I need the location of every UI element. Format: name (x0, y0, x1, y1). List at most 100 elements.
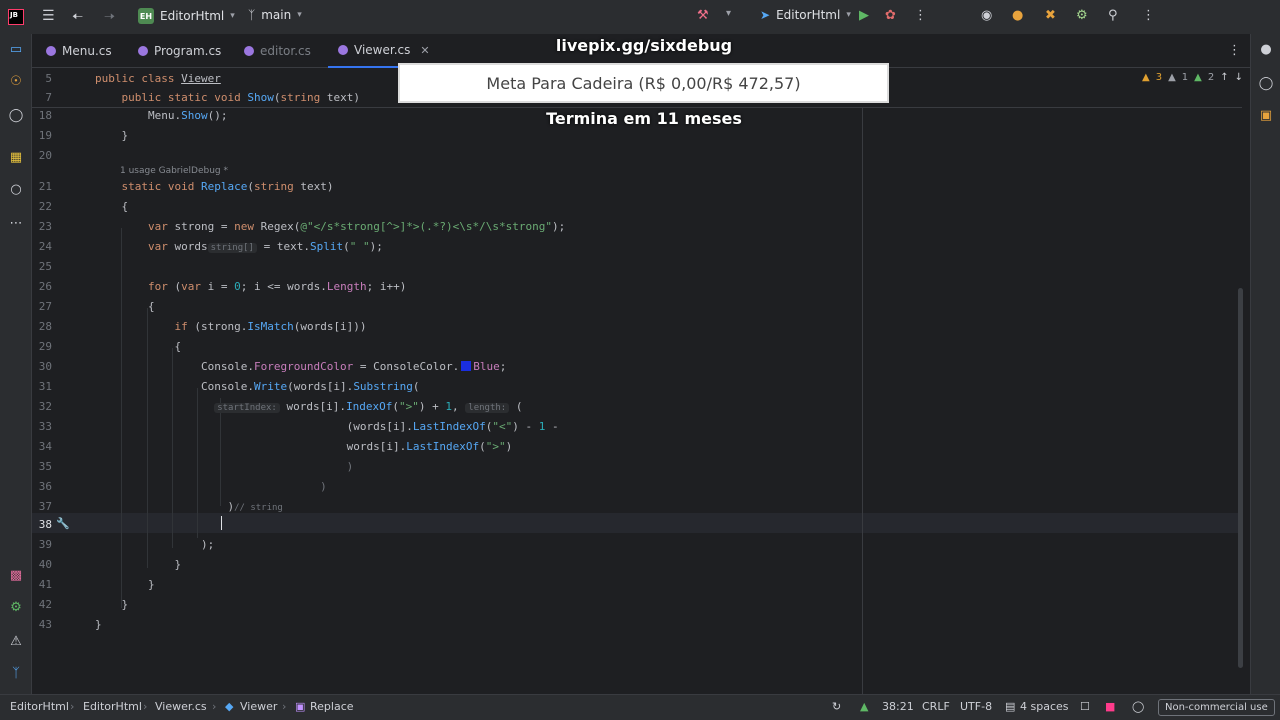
code-editor[interactable]: 5 public class Viewer 7 public static vo… (32, 68, 1250, 694)
code-line-28: if (strong.IsMatch(words[i])) (174, 320, 367, 333)
line-number: 29 (38, 340, 52, 353)
code-line-42: } (95, 598, 129, 611)
file-encoding[interactable]: UTF-8 (960, 700, 992, 713)
breadcrumb-item[interactable]: EditorHtml (83, 700, 142, 713)
git-status-icon[interactable]: ▲ (860, 700, 868, 713)
run-config-selector[interactable]: ➤ EditorHtml ▾ (760, 8, 851, 22)
services-icon[interactable]: ⚙ (0, 600, 32, 615)
sync-icon[interactable]: ↻ (832, 700, 841, 713)
code-line-31: Console.Write(words[i].Substring( (200, 380, 420, 393)
project-name: EditorHtml (160, 9, 225, 23)
code-line-27: { (95, 300, 155, 313)
overlay-deadline: Termina em 11 meses (546, 109, 742, 128)
tab-label: Program.cs (154, 44, 222, 58)
class-icon: ◆ (225, 700, 234, 713)
code-line-32: startIndex: words[i].IndexOf(">") + 1, l… (95, 400, 522, 413)
method-icon: ▣ (295, 700, 306, 713)
line-separator[interactable]: CRLF (922, 700, 950, 713)
tab-label: Menu.cs (62, 44, 112, 58)
tab-menu-cs[interactable]: Menu.cs (36, 34, 122, 68)
github-icon[interactable]: ◯ (0, 108, 32, 123)
more-tools-icon[interactable]: ⋯ (0, 216, 32, 231)
breadcrumb-item[interactable]: Replace (310, 700, 354, 713)
line-number: 25 (38, 260, 52, 273)
lock-icon[interactable]: ☐ (1080, 700, 1090, 713)
main-menu-icon[interactable]: ☰ (42, 8, 55, 24)
code-line-36: ) (95, 480, 327, 493)
problems-icon[interactable]: ⚠ (0, 634, 32, 649)
line-number: 33 (38, 420, 52, 433)
commit-icon[interactable]: ☉ (0, 74, 32, 89)
line-number: 35 (38, 460, 52, 473)
chevron-down-icon[interactable]: ▾ (726, 8, 731, 19)
code-line-39: ); (95, 538, 215, 551)
notifications-icon[interactable]: ● (1251, 42, 1280, 57)
line-number: 43 (38, 618, 52, 631)
hammer-icon[interactable]: ⚒ (697, 8, 709, 23)
csharp-file-icon (138, 46, 148, 56)
line-number: 23 (38, 220, 52, 233)
breadcrumb-separator-icon: › (70, 700, 75, 713)
tools-icon[interactable]: ✖ (1045, 8, 1056, 23)
vertical-scrollbar[interactable] (1238, 288, 1243, 668)
ai-assistant-icon[interactable]: ◉ (981, 8, 992, 23)
branch-selector[interactable]: ᛉ main ▾ (248, 8, 302, 22)
param-hint: startIndex: (214, 403, 280, 413)
search-icon[interactable]: ⚲ (1108, 8, 1118, 23)
terminal-icon[interactable]: ▩ (0, 568, 32, 583)
breadcrumb-separator-icon: › (282, 700, 287, 713)
wrench-icon[interactable]: 🔧 (56, 517, 70, 530)
tab-program-cs[interactable]: Program.cs (128, 34, 231, 68)
line-number: 24 (38, 240, 52, 253)
line-number: 41 (38, 578, 52, 591)
git-icon[interactable]: ᛉ (0, 666, 32, 681)
debug-icon[interactable]: ✿ (885, 8, 896, 23)
code-line-30: Console.ForegroundColor = ConsoleColor. B… (200, 360, 507, 373)
settings-more-icon[interactable]: ⋮ (1142, 8, 1155, 23)
sticky-line-method: public static void Show(string text) (121, 91, 360, 104)
ai-chat-icon[interactable]: ◯ (1251, 76, 1280, 91)
usage-hint[interactable]: 1 usage GabrielDebug * (120, 166, 228, 176)
indent-setting[interactable]: 4 spaces (1020, 700, 1069, 713)
line-number: 27 (38, 300, 52, 313)
line-number: 22 (38, 200, 52, 213)
line-number: 40 (38, 558, 52, 571)
type-hint: string[] (207, 243, 257, 253)
account-icon[interactable]: ● (1012, 8, 1023, 23)
inspection-icon[interactable]: ■ (1105, 700, 1115, 713)
weak-warning-icon: ▲ (1168, 72, 1176, 83)
next-highlight-icon[interactable]: ↓ (1235, 72, 1243, 83)
close-icon[interactable]: ✕ (420, 44, 429, 57)
shield-icon[interactable]: ◯ (1132, 700, 1144, 713)
run-config-icon: ➤ (760, 8, 771, 22)
breadcrumb-item[interactable]: EditorHtml (10, 700, 69, 713)
structure-icon[interactable]: ▦ (0, 150, 32, 165)
line-number: 31 (38, 380, 52, 393)
breadcrumb-item[interactable]: Viewer (240, 700, 277, 713)
license-badge[interactable]: Non-commercial use (1158, 699, 1275, 716)
line-number: 21 (38, 180, 52, 193)
previous-highlight-icon[interactable]: ↑ (1220, 72, 1228, 83)
explorer-icon[interactable]: ▭ (0, 42, 32, 57)
code-line-26: for (var i = 0; i <= words.Length; i++) (147, 280, 407, 293)
tab-options-icon[interactable]: ⋮ (1228, 43, 1241, 58)
project-selector[interactable]: EH EditorHtml ▾ (138, 8, 235, 24)
more-vertical-icon[interactable]: ⋮ (914, 8, 927, 23)
run-icon[interactable]: ▶ (859, 8, 869, 23)
left-tool-window-bar: ▭ ☉ ◯ ▦ ○ ⋯ ▩ ⚙ ⚠ ᛉ (0, 34, 32, 694)
return-type-hint: // string (234, 503, 283, 513)
back-arrow-icon[interactable]: 🠠 (72, 8, 83, 30)
tab-editor-cs[interactable]: editor.cs (234, 34, 321, 68)
breadcrumb-item[interactable]: Viewer.cs (155, 700, 207, 713)
problems-indicator[interactable]: ▲ 3 ▲ 1 ▲ 2 ↑ ↓ (1142, 72, 1243, 83)
plugins-icon[interactable]: ⚙ (1076, 8, 1088, 23)
line-number: 34 (38, 440, 52, 453)
tab-label: editor.cs (260, 44, 311, 58)
code-line-34: words[i].LastIndexOf(">") (95, 440, 513, 453)
warning-count: 3 (1155, 72, 1163, 83)
caret-position[interactable]: 38:21 (882, 700, 914, 713)
csharp-file-icon (244, 46, 254, 56)
forward-arrow-icon[interactable]: 🠢 (104, 8, 115, 30)
database-icon[interactable]: ▣ (1251, 108, 1280, 123)
bookmarks-icon[interactable]: ○ (0, 182, 32, 197)
